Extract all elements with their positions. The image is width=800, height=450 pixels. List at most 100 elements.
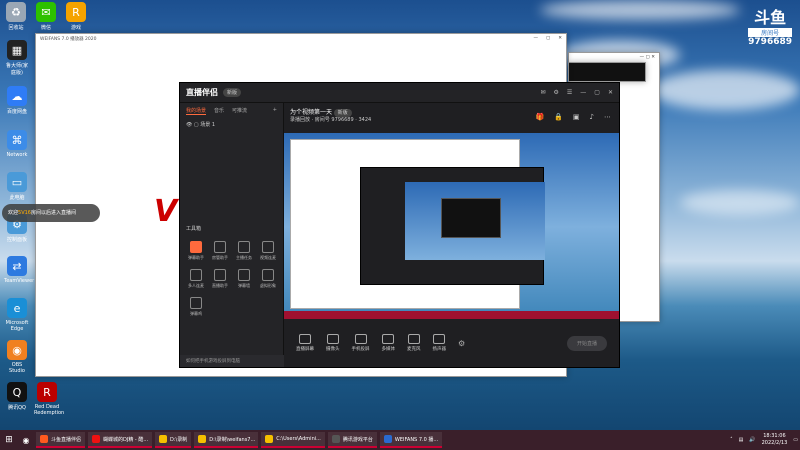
desktop-shortcut[interactable]: ⌘ Network bbox=[4, 130, 30, 158]
screen-icon bbox=[299, 334, 311, 344]
stream-preview[interactable] bbox=[284, 133, 619, 321]
desktop-shortcut[interactable]: R Red Dead Redemption bbox=[34, 382, 64, 416]
assistant-icon bbox=[214, 269, 226, 281]
room-tag[interactable]: 新版 bbox=[333, 109, 352, 117]
network-icon: ⌘ bbox=[7, 130, 27, 150]
taskbar-item[interactable]: D:\录制 bbox=[155, 432, 192, 448]
minimize-icon[interactable]: — bbox=[580, 89, 586, 96]
desktop-shortcut[interactable]: ◉ OBS Studio bbox=[4, 340, 30, 374]
desktop-top-icons: ♻ 回收站 ✉ 微信 R 游戏 bbox=[4, 2, 88, 31]
app-icon bbox=[92, 435, 101, 443]
camera-icon bbox=[326, 334, 339, 344]
background-window[interactable] bbox=[568, 62, 646, 82]
start-icon[interactable]: ⊞ bbox=[2, 435, 16, 445]
notification-icon[interactable]: ▭ bbox=[793, 437, 798, 443]
clock[interactable]: 18:31:06 2022/2/13 bbox=[762, 433, 788, 447]
avatar-icon bbox=[262, 269, 274, 281]
edge-icon: e bbox=[7, 298, 27, 318]
phone-cast-button[interactable]: 手机投屏 bbox=[352, 334, 370, 352]
taskbar-item[interactable]: 斗鱼直播伴侣 bbox=[36, 432, 86, 448]
tool-item[interactable]: 弹幕墙 bbox=[232, 269, 256, 289]
menu-icon[interactable]: ☰ bbox=[567, 89, 572, 96]
room-id: 9796689 bbox=[748, 37, 792, 47]
wechat-shortcut[interactable]: ✉ 微信 bbox=[34, 2, 58, 31]
rockstar-shortcut[interactable]: R 游戏 bbox=[64, 2, 88, 31]
desktop-shortcut[interactable]: e Microsoft Edge bbox=[4, 298, 30, 332]
tool-item[interactable]: 多人连麦 bbox=[184, 269, 208, 289]
speaker-button[interactable]: 扬声器 bbox=[433, 334, 446, 352]
chevron-up-icon[interactable]: ˄ bbox=[730, 437, 733, 443]
taskbar-item[interactable]: 腾讯游戏平台 bbox=[327, 432, 377, 448]
record-icon[interactable]: ▣ bbox=[573, 113, 580, 121]
tool-item[interactable]: 弹幕鸡 bbox=[184, 297, 208, 317]
bell-icon[interactable]: ♪ bbox=[590, 113, 594, 121]
tool-item[interactable]: 主播任务 bbox=[232, 241, 256, 261]
maximize-icon[interactable]: ▢ bbox=[594, 89, 600, 96]
settings-icon[interactable]: ⚙ bbox=[554, 89, 559, 96]
minimize-icon[interactable]: — bbox=[533, 36, 538, 42]
version-badge[interactable]: 新版 bbox=[223, 88, 242, 97]
taskbar-item[interactable]: WEIFANS 7.0 播... bbox=[379, 432, 443, 448]
lock-icon[interactable]: 🔒 bbox=[554, 113, 563, 121]
multi-link-icon bbox=[190, 269, 202, 281]
taskbar-item[interactable]: D:\录制\weifans7... bbox=[194, 432, 259, 448]
folder-icon bbox=[265, 435, 274, 443]
remote-icon: ⇄ bbox=[7, 256, 27, 276]
microphone-button[interactable]: 麦克风 bbox=[407, 334, 421, 352]
recycle-bin-shortcut[interactable]: ♻ 回收站 bbox=[4, 2, 28, 31]
gift-icon[interactable]: 🎁 bbox=[535, 113, 544, 121]
media-button[interactable]: 多媒体 bbox=[382, 334, 395, 352]
tool-item[interactable]: 虚拟形象 bbox=[256, 269, 280, 289]
app-icon: ▦ bbox=[7, 40, 27, 60]
fans-count: 3424 bbox=[358, 117, 372, 123]
app-header: 直播伴侣 新版 ✉ ⚙ ☰ — ▢ ✕ bbox=[180, 83, 619, 103]
app-icon bbox=[40, 435, 48, 443]
start-live-button[interactable]: 开始直播 bbox=[566, 335, 607, 351]
close-icon[interactable]: ✕ bbox=[558, 36, 562, 42]
tool-item[interactable]: 直播助手 bbox=[208, 269, 232, 289]
desktop-shortcut[interactable]: ▦ 鲁大师(家庭版) bbox=[4, 40, 30, 76]
danmaku-wall-icon bbox=[238, 269, 250, 281]
more-icon[interactable]: ⋯ bbox=[604, 113, 611, 121]
cloud-icon: ☁ bbox=[7, 86, 27, 106]
game-icon: R bbox=[37, 382, 57, 402]
help-tip[interactable]: 如何把手机游戏投屏到电脑 bbox=[180, 355, 284, 367]
desktop-shortcut[interactable]: ⇄ TeamViewer bbox=[4, 256, 34, 284]
network-icon[interactable]: ▤ bbox=[739, 437, 744, 443]
folder-icon bbox=[159, 435, 168, 443]
tool-item[interactable]: 房管助手 bbox=[208, 241, 232, 261]
taskbar-item[interactable]: 蝴蝶城的DJ精 - 酷... bbox=[88, 432, 153, 448]
douyu-watermark: 斗鱼 房间号 9796689 bbox=[748, 10, 792, 47]
tab-music[interactable]: 音乐 bbox=[214, 107, 224, 115]
volume-icon[interactable]: 🔊 bbox=[749, 437, 755, 443]
qq-icon: Q bbox=[7, 382, 27, 402]
camera-button[interactable]: 摄像头 bbox=[326, 334, 340, 352]
weifans-logo: V bbox=[154, 194, 178, 229]
control-bar: 直播屏幕 摄像头 手机投屏 多媒体 麦克风 扬声器 ⚙ 开始直播 bbox=[284, 319, 619, 367]
tab-my-scene[interactable]: 我的场景 bbox=[186, 107, 207, 115]
microphone-icon bbox=[407, 334, 420, 344]
screen-capture-button[interactable]: 直播屏幕 bbox=[296, 334, 314, 352]
app-icon[interactable]: ◉ bbox=[19, 436, 33, 445]
tool-item[interactable]: 视频连麦 bbox=[256, 241, 280, 261]
tab-stream[interactable]: 可推流 bbox=[232, 107, 247, 115]
scene-item[interactable]: 👁 ▢ 场景 1 bbox=[180, 119, 283, 130]
tool-item[interactable]: 弹幕助手 bbox=[184, 241, 208, 261]
douyu-logo: 斗鱼 bbox=[754, 8, 787, 27]
main-panel: 为个视频第一天 新版 录播回放 · 房间号 9796689 · 3424 🎁 🔒… bbox=[284, 103, 619, 367]
message-icon[interactable]: ✉ bbox=[540, 89, 545, 96]
record-settings-icon[interactable]: ⚙ bbox=[458, 339, 465, 348]
desktop-shortcut[interactable]: ☁ 百度网盘 bbox=[4, 86, 30, 115]
room-title[interactable]: 为个视频第一天 bbox=[290, 109, 332, 116]
add-scene-icon[interactable]: + bbox=[273, 107, 277, 115]
close-icon[interactable]: ✕ bbox=[608, 89, 613, 96]
streaming-app-window[interactable]: 直播伴侣 新版 ✉ ⚙ ☰ — ▢ ✕ 我的场景 音乐 可推流 + 👁 ▢ 场景… bbox=[179, 82, 620, 368]
admin-icon bbox=[214, 241, 226, 253]
system-tray: ˄ ▤ 🔊 18:31:06 2022/2/13 ▭ bbox=[730, 433, 798, 447]
danmaku-icon bbox=[190, 241, 202, 253]
taskbar-item[interactable]: C:\Users\Admini... bbox=[261, 432, 325, 448]
maximize-icon[interactable]: ▢ bbox=[546, 36, 550, 42]
desktop-shortcut[interactable]: ▭ 此电脑 bbox=[4, 172, 30, 201]
desktop-shortcut[interactable]: Q 腾讯QQ bbox=[4, 382, 30, 411]
recycle-bin-icon: ♻ bbox=[6, 2, 26, 22]
